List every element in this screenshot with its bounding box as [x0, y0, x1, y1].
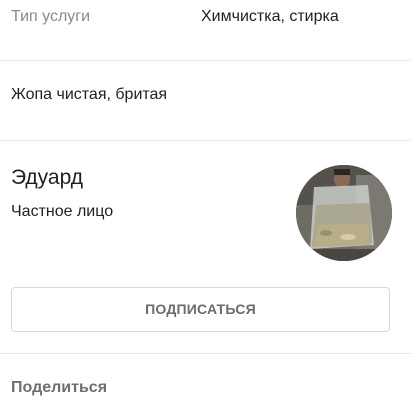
seller-type: Частное лицо: [11, 203, 114, 220]
subscribe-button[interactable]: ПОДПИСАТЬСЯ: [11, 287, 390, 332]
listing-description: Жопа чистая, бритая: [11, 86, 168, 103]
divider: [0, 140, 411, 141]
seller-name[interactable]: Эдуард: [11, 166, 83, 190]
divider: [0, 60, 411, 61]
service-type-row: Тип услуги Химчистка, стирка: [0, 0, 411, 36]
avatar-photo-icon: [296, 165, 392, 261]
share-link[interactable]: Поделиться: [11, 379, 107, 397]
seller-avatar[interactable]: [296, 165, 392, 261]
service-type-value: Химчистка, стирка: [201, 8, 339, 25]
divider: [0, 353, 411, 354]
service-type-label: Тип услуги: [11, 8, 91, 25]
